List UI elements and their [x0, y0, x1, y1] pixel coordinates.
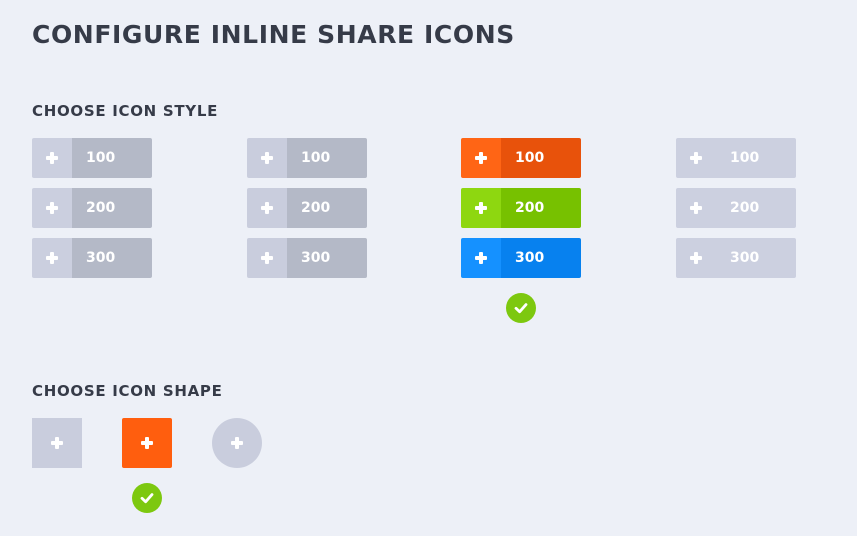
plus-icon [690, 252, 702, 264]
page-title: CONFIGURE INLINE SHARE ICONS [32, 20, 515, 49]
share-count-label: 100 [72, 138, 152, 178]
shape-option-circle[interactable] [212, 418, 262, 468]
plus-icon [475, 252, 487, 264]
plus-icon [475, 202, 487, 214]
share-button-300[interactable]: 300 [247, 238, 367, 278]
style-option-2[interactable]: 100 200 300 [247, 138, 367, 288]
share-count-label: 200 [287, 188, 367, 228]
share-button-100[interactable]: 100 [461, 138, 581, 178]
share-button-300[interactable]: 300 [32, 238, 152, 278]
plus-icon-box [247, 188, 287, 228]
plus-icon [46, 202, 58, 214]
style-selected-checkmark-icon [506, 293, 536, 323]
plus-icon [51, 437, 63, 449]
plus-icon [141, 437, 153, 449]
icon-style-heading: CHOOSE ICON STYLE [32, 102, 219, 120]
plus-icon [46, 252, 58, 264]
plus-icon [46, 152, 58, 164]
share-count-label: 200 [501, 188, 581, 228]
plus-icon-box [676, 238, 716, 278]
share-count-label: 100 [287, 138, 367, 178]
share-count-label: 200 [716, 188, 796, 228]
share-count-label: 300 [501, 238, 581, 278]
share-count-label: 100 [501, 138, 581, 178]
share-count-label: 300 [72, 238, 152, 278]
share-button-200[interactable]: 200 [676, 188, 796, 228]
share-button-100[interactable]: 100 [32, 138, 152, 178]
plus-icon [690, 152, 702, 164]
style-option-3[interactable]: 100 200 300 [461, 138, 581, 288]
plus-icon-box [676, 188, 716, 228]
plus-icon-box [247, 238, 287, 278]
plus-icon-box [32, 138, 72, 178]
plus-icon [261, 202, 273, 214]
style-option-4[interactable]: 100 200 300 [676, 138, 796, 288]
shape-option-rounded[interactable] [122, 418, 172, 468]
share-button-300[interactable]: 300 [461, 238, 581, 278]
share-count-label: 100 [716, 138, 796, 178]
share-button-100[interactable]: 100 [247, 138, 367, 178]
share-button-300[interactable]: 300 [676, 238, 796, 278]
shape-option-square[interactable] [32, 418, 82, 468]
share-count-label: 300 [716, 238, 796, 278]
icon-shape-heading: CHOOSE ICON SHAPE [32, 382, 223, 400]
plus-icon-box [461, 138, 501, 178]
plus-icon [261, 252, 273, 264]
share-button-200[interactable]: 200 [247, 188, 367, 228]
style-option-1[interactable]: 100 200 300 [32, 138, 152, 288]
share-button-200[interactable]: 200 [461, 188, 581, 228]
share-button-200[interactable]: 200 [32, 188, 152, 228]
plus-icon [261, 152, 273, 164]
share-count-label: 200 [72, 188, 152, 228]
shape-selected-checkmark-icon [132, 483, 162, 513]
plus-icon-box [247, 138, 287, 178]
plus-icon [231, 437, 243, 449]
plus-icon-box [461, 188, 501, 228]
share-count-label: 300 [287, 238, 367, 278]
plus-icon-box [32, 188, 72, 228]
plus-icon-box [32, 238, 72, 278]
plus-icon [690, 202, 702, 214]
plus-icon-box [676, 138, 716, 178]
share-button-100[interactable]: 100 [676, 138, 796, 178]
plus-icon-box [461, 238, 501, 278]
plus-icon [475, 152, 487, 164]
